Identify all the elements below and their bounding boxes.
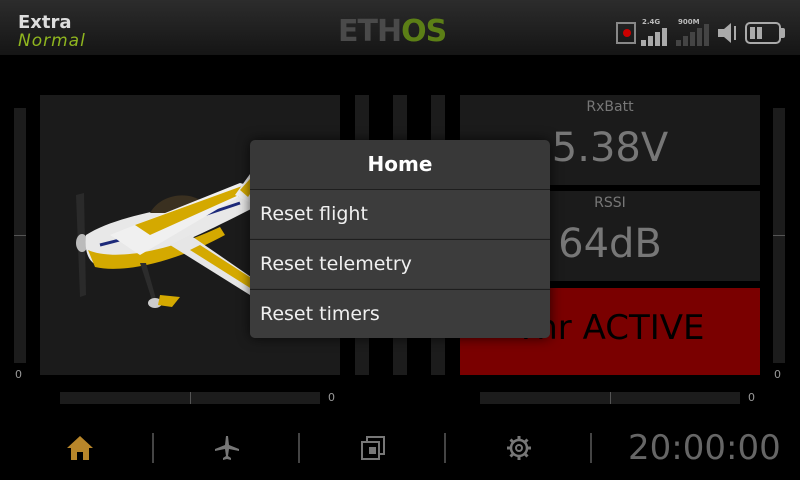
right-vertical-trim-center [773,235,785,236]
battery-icon [745,22,781,44]
menu-item-reset-timers[interactable]: Reset timers [250,289,550,338]
signal-bar [676,40,681,46]
signal-24g-label: 2.4G [642,18,661,26]
menu-item-reset-flight[interactable]: Reset flight [250,189,550,238]
flight-mode: Normal [18,31,86,51]
signal-bar [697,28,702,46]
signal-bar [683,36,688,46]
right-horizontal-trim-value: 0 [748,391,755,404]
clock-display: 20:00:00 [628,428,781,468]
battery-cell [757,27,762,39]
model-button[interactable] [197,428,257,468]
home-menu-dialog: Home Reset flight Reset telemetry Reset … [250,140,550,338]
signal-bar [655,32,660,46]
left-vertical-trim-center [14,235,26,236]
model-name[interactable]: Extra [18,12,72,33]
nav-separator [590,433,592,463]
record-icon [616,22,636,44]
right-horizontal-trim-center [610,392,611,404]
menu-item-reset-telemetry[interactable]: Reset telemetry [250,239,550,288]
top-bar: Extra Normal ETHOS 2.4G 900M [0,0,800,55]
screens-button[interactable] [343,428,403,468]
right-vertical-trim-value: 0 [774,368,781,381]
left-horizontal-trim-center [190,392,191,404]
signal-24g-indicator: 2.4G [641,18,671,46]
gear-icon [507,436,531,460]
nav-separator [152,433,154,463]
home-icon [67,436,93,460]
airplane-icon [215,436,239,460]
signal-900m-indicator: 900M [676,18,712,46]
signal-900m-label: 900M [678,18,700,26]
volume-icon[interactable] [716,20,742,46]
signal-bar [690,32,695,46]
nav-separator [444,433,446,463]
rxbatt-title: RxBatt [586,99,634,115]
signal-bar [662,28,667,46]
battery-tip [781,28,785,38]
logo-part-os: OS [401,14,447,49]
signal-bar [704,24,709,46]
layers-icon [361,436,385,460]
settings-button[interactable] [489,428,549,468]
signal-bar [641,40,646,46]
signal-bar [648,36,653,46]
home-button[interactable] [50,428,110,468]
ethos-logo: ETHOS [338,12,447,52]
left-vertical-trim-value: 0 [15,368,22,381]
nav-separator [298,433,300,463]
logo-part-eth: ETH [338,14,402,49]
record-dot [623,29,631,37]
battery-cell [750,27,755,39]
left-horizontal-trim-value: 0 [328,391,335,404]
dialog-title: Home [367,152,433,176]
